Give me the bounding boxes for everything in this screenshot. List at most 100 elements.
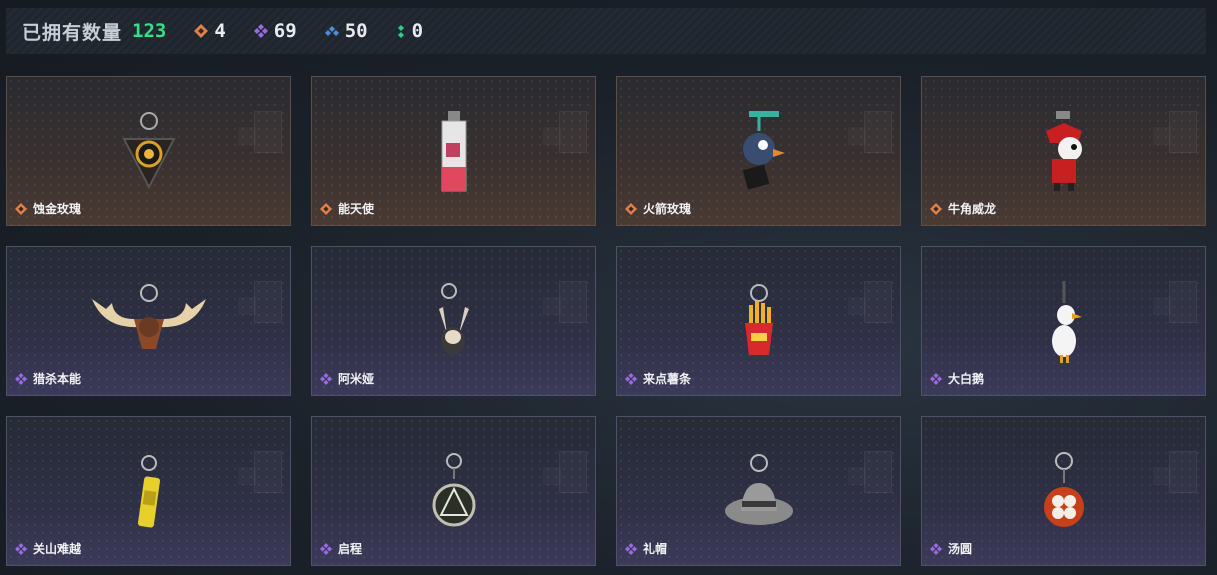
item-name: 能天使 [338,202,375,216]
goose-icon [1051,281,1082,363]
card-deco [848,467,866,485]
stat-blue-value: 50 [344,20,368,42]
item-name: 阿米娅 [338,372,375,386]
stat-purple: 69 [253,20,297,42]
item-card[interactable]: 汤圆 [921,416,1206,566]
purple-diamond-icon [625,372,637,385]
mountain-medal-icon [432,453,475,527]
card-deco [254,451,282,493]
green-diamond-icon [397,25,404,38]
card-deco [864,111,892,153]
item-card[interactable]: 能天使 [311,76,596,226]
card-deco [238,297,256,315]
blue-diamond-icon [324,26,339,36]
card-deco [1169,111,1197,153]
card-deco [543,467,561,485]
item-name: 礼帽 [643,542,668,556]
rocket-duck-icon [742,111,785,190]
item-label: 阿米娅 [320,370,374,387]
item-card[interactable]: 关山难越 [6,416,291,566]
tangyuan-bowl-icon [1043,452,1084,527]
card-deco [1169,451,1197,493]
red-dragon-icon [1045,111,1082,191]
card-deco [1153,467,1171,485]
item-label: 关山难越 [15,540,81,557]
card-deco [848,127,866,145]
item-card[interactable]: 来点薯条 [616,246,901,396]
card-deco [1153,297,1171,315]
stat-orange: 4 [194,20,226,42]
stat-blue: 50 [324,20,368,42]
item-card[interactable]: 启程 [311,416,596,566]
orange-diamond-icon [15,202,27,215]
purple-diamond-icon [15,372,27,385]
item-name: 汤圆 [948,542,973,556]
item-label: 火箭玫瑰 [625,200,691,217]
item-card[interactable]: 礼帽 [616,416,901,566]
purple-diamond-icon [320,372,332,385]
item-card[interactable]: 阿米娅 [311,246,596,396]
owned-summary-bar: 已拥有数量 123 4 69 50 0 [6,8,1206,54]
purple-diamond-icon [253,24,268,38]
item-name: 来点薯条 [643,372,692,386]
card-deco [543,127,561,145]
card-deco [254,281,282,323]
item-label: 启程 [320,540,362,557]
fries-icon [744,284,773,355]
owned-label: 已拥有数量 [22,21,123,44]
item-name: 猎杀本能 [33,372,82,386]
item-name: 大白鹅 [948,372,985,386]
yellow-can-icon [137,455,160,528]
item-card[interactable]: 大白鹅 [921,246,1206,396]
stat-orange-value: 4 [214,20,226,42]
item-name: 关山难越 [33,542,82,556]
card-deco [848,297,866,315]
item-label: 能天使 [320,200,374,217]
item-label: 猎杀本能 [15,370,81,387]
card-deco [559,281,587,323]
card-deco [864,281,892,323]
card-deco [238,467,256,485]
orange-diamond-icon [930,202,942,215]
card-deco [864,451,892,493]
item-label: 牛角威龙 [930,200,996,217]
purple-diamond-icon [930,372,942,385]
stat-purple-value: 69 [273,20,297,42]
item-name: 火箭玫瑰 [643,202,692,216]
collection-grid: 蚀金玫瑰 能天使 火箭玫瑰 牛角威龙 猎杀本能 阿米娅 来点薯条 大白鹅 关山难… [6,76,1206,566]
antler-trophy-icon [91,284,206,349]
item-name: 牛角威龙 [948,202,997,216]
purple-diamond-icon [15,542,27,555]
stat-green: 0 [396,20,423,42]
stat-green-value: 0 [411,20,424,42]
item-label: 汤圆 [930,540,972,557]
hat-icon [724,454,793,525]
item-card[interactable]: 猎杀本能 [6,246,291,396]
purple-diamond-icon [625,542,637,555]
rose-pendant-icon [121,112,176,190]
rabbit-figure-icon [438,283,469,355]
item-name: 启程 [338,542,363,556]
card-deco [543,297,561,315]
card-deco [1153,127,1171,145]
orange-diamond-icon [194,24,209,38]
orange-diamond-icon [320,202,332,215]
item-name: 蚀金玫瑰 [33,202,82,216]
purple-diamond-icon [320,542,332,555]
owned-count: 123 [132,20,167,42]
purple-diamond-icon [930,542,942,555]
card-deco [254,111,282,153]
card-deco [559,111,587,153]
item-card[interactable]: 蚀金玫瑰 [6,76,291,226]
card-deco [1169,281,1197,323]
item-card[interactable]: 牛角威龙 [921,76,1206,226]
item-label: 礼帽 [625,540,667,557]
item-card[interactable]: 火箭玫瑰 [616,76,901,226]
card-deco [559,451,587,493]
angel-box-icon [441,111,466,192]
item-label: 来点薯条 [625,370,691,387]
orange-diamond-icon [625,202,637,215]
item-label: 大白鹅 [930,370,984,387]
card-deco [238,127,256,145]
item-label: 蚀金玫瑰 [15,200,81,217]
